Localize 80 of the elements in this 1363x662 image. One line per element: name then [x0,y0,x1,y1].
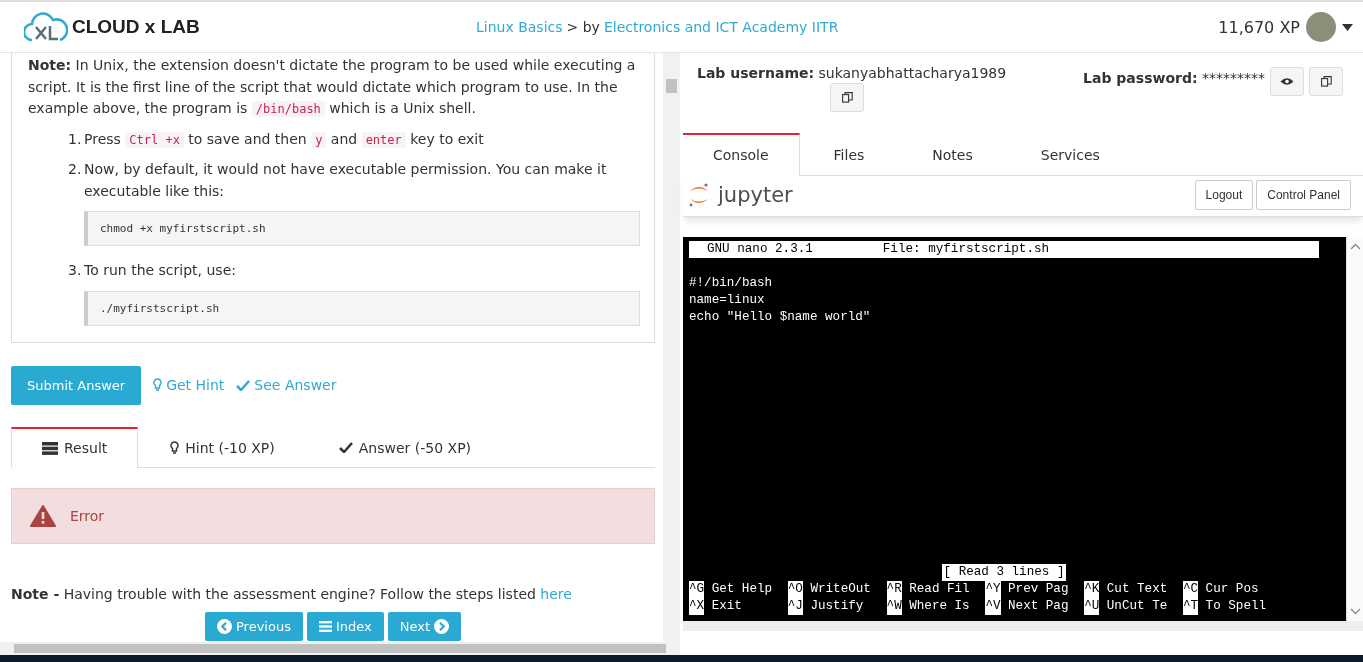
shortcut-label: Where Is [908,598,970,615]
jupyter-wordmark: jupyter [718,183,793,207]
caret-icon[interactable] [1342,23,1353,31]
step-number: 1. [68,129,83,149]
shortcut-key: ^U [1084,598,1100,615]
step-text: Press Ctrl +x to save and then y and enter key to exit [84,129,485,150]
shortcut-key: ^K [1084,581,1100,598]
control-panel-button[interactable]: Control Panel [1256,180,1351,210]
shortcut-key: ^C [1183,581,1199,598]
lab-tab[interactable]: Files [799,133,899,175]
shortcut-key: ^X [689,598,705,615]
shortcut-key: ^V [985,598,1001,615]
warning-icon [30,504,56,527]
shortcut-label: Next Pag [1007,598,1069,615]
copy-button[interactable] [830,83,864,112]
avatar[interactable] [1306,12,1336,42]
scrollbar[interactable] [663,53,680,642]
shortcut-label: Justify [809,598,864,615]
scroll-up-icon[interactable] [1349,243,1361,250]
shortcut-label: Cur Pos [1204,581,1259,598]
code-line: #!/bin/bash [689,275,774,292]
logo-text: CLOUD x LAB [72,16,200,38]
terminal[interactable] [683,237,1346,621]
menu-icon [318,620,332,632]
horizontal-scrollbar[interactable] [0,642,680,655]
code-line: name=linux [689,292,766,309]
lab-tab[interactable]: Notes [898,133,1007,175]
logout-button[interactable]: Logout [1194,180,1254,210]
shortcut-key: ^O [787,581,803,598]
shortcut-key: ^T [1183,598,1199,615]
shortcut-label: To Spell [1204,598,1267,615]
copy-icon [841,92,853,103]
lab-tab[interactable]: Services [1006,133,1134,175]
shortcut-key: ^W [886,598,902,615]
check-icon [338,442,353,453]
shortcut-key: ^Y [985,581,1001,598]
note-paragraph: Note: In Unix, the extension doesn't dictate the program to be used while executing a script. It is the first line of the script that would dictate which program to use. In the example above, the program is /bin/bash which is a Unix shell. [28,56,637,119]
shortcut-label: WriteOut [809,581,871,598]
chevron-right-icon [434,618,449,634]
code-block: ./myfirstscript.sh [84,290,640,326]
breadcrumb-separator: > by [566,19,600,35]
scrollbar[interactable] [1346,237,1363,621]
step-text: To run the script, use: [84,261,237,280]
status-message: [ Read 3 lines ] [941,564,1067,581]
show-password-button[interactable] [1270,67,1304,96]
shortcut-label: Exit [710,598,742,615]
shortcut-key: ^G [689,581,705,598]
shortcut-label: Prev Pag [1007,581,1069,598]
nano-title-bar: GNU nano 2.3.1 File: myfirstscript.sh [689,241,1319,258]
jupyter-logo-icon [688,182,710,208]
lab-password: Lab password: ********* [1083,69,1265,86]
result-tab[interactable]: Result [11,426,139,468]
check-icon [236,379,251,391]
eye-icon [1280,77,1294,86]
cloud-logo-icon [24,12,68,42]
shortcut-label: Cut Text [1105,581,1168,598]
code-block: chmod +x myfirstscript.sh [84,211,640,246]
lab-tab[interactable]: Console [683,133,800,176]
lab-username: Lab username: sukanyabhattacharya1989 [697,65,1007,81]
lightbulb-icon [170,440,180,455]
lightbulb-icon [153,378,163,392]
copy-icon [1320,76,1332,87]
footer-note: Note - Having trouble with the assessment engine? Follow the steps listed here [11,585,573,602]
xp-count: 11,670 XP [1218,17,1300,37]
shortcut-key: ^J [787,598,803,615]
server-icon [42,441,58,455]
shortcut-label: Read Fil [908,581,970,598]
shortcut-label: UnCut Te [1105,598,1168,615]
code-line: echo "Hello $name world" [689,309,872,326]
step-number: 3. [68,261,83,280]
result-tab[interactable]: Hint (-10 XP) [138,426,307,467]
result-tab[interactable]: Answer (-50 XP) [306,426,504,467]
chevron-left-icon [216,618,232,634]
shortcut-label: Get Help [710,581,773,598]
shortcut-key: ^R [886,581,902,598]
step-number: 2. [68,160,83,179]
copy-button[interactable] [1309,67,1343,96]
step-text: Now, by default, it would not have executable permission. You can make it executable like this: [84,160,608,201]
error-message: Error [70,507,105,524]
scroll-down-icon[interactable] [1349,608,1361,615]
